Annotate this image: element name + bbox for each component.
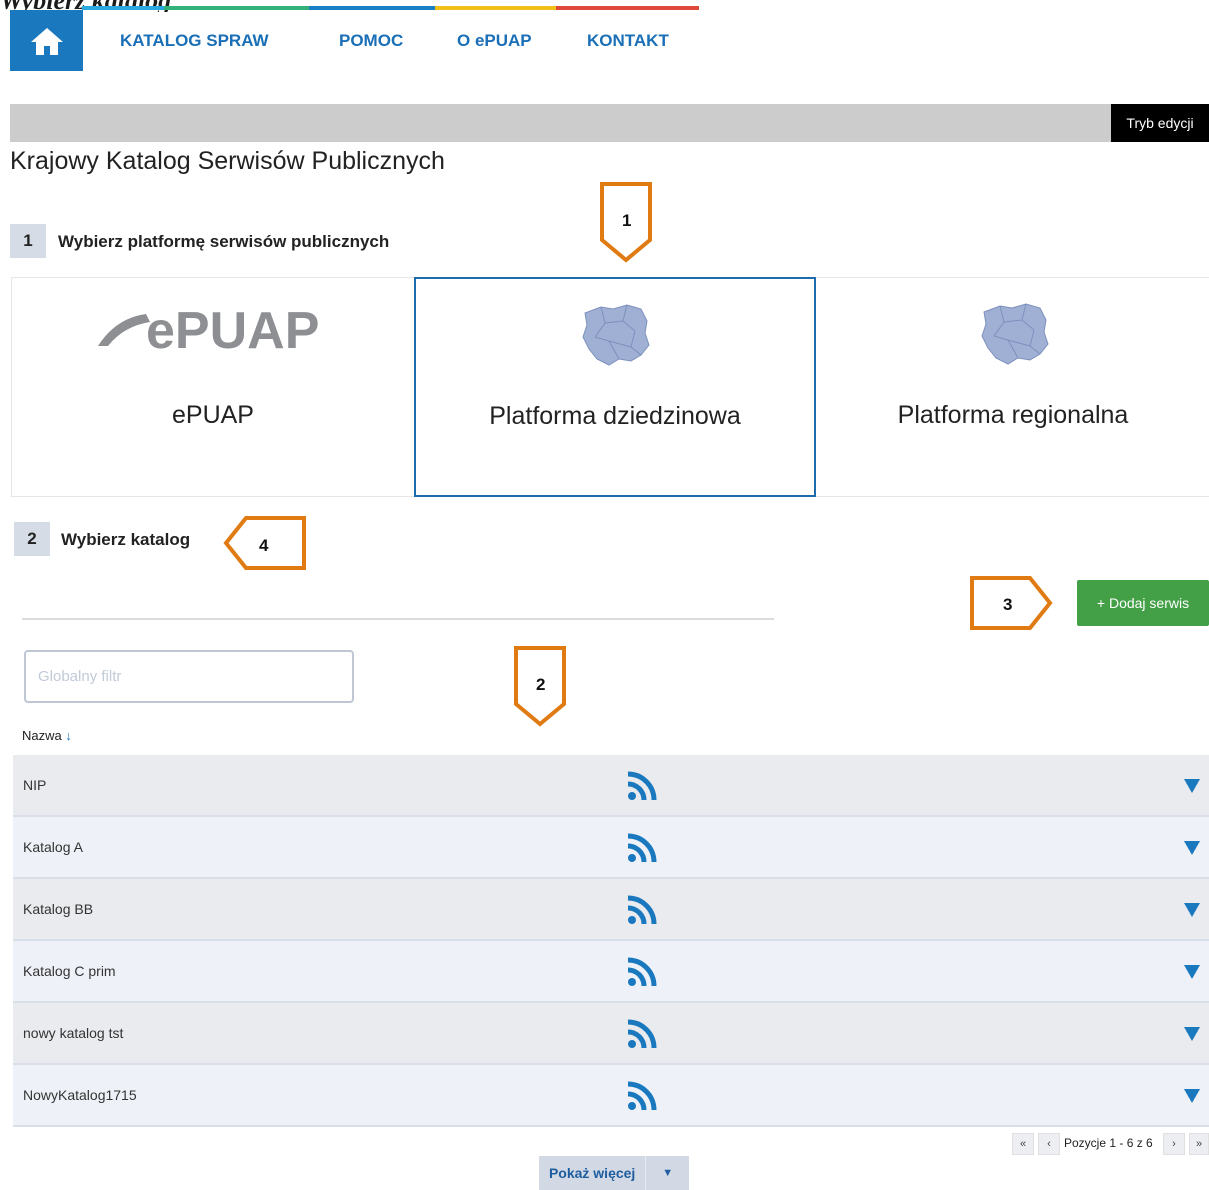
show-more-label: Pokaż więcej xyxy=(548,1165,636,1181)
sort-arrow-icon: ↓ xyxy=(65,728,72,743)
table-row[interactable]: NIP xyxy=(13,755,1209,817)
pager-first-button[interactable]: « xyxy=(1012,1133,1034,1155)
platform-selector: ePUAP ePUAP Platforma dziedzinowa Platfo… xyxy=(11,277,1209,497)
edit-mode-button[interactable]: Tryb edycji xyxy=(1111,104,1209,142)
expand-arrow-icon[interactable] xyxy=(1184,903,1200,917)
row-name: NowyKatalog1715 xyxy=(23,1087,137,1103)
expand-arrow-icon[interactable] xyxy=(1184,1089,1200,1103)
pager-last-button[interactable]: » xyxy=(1189,1133,1209,1155)
rss-icon[interactable] xyxy=(627,957,657,987)
callout-4-label: 4 xyxy=(259,536,269,555)
rss-icon[interactable] xyxy=(627,1019,657,1049)
nav-o-epuap[interactable]: O ePUAP xyxy=(457,31,532,51)
poland-map-icon xyxy=(582,304,650,366)
callout-1-label: 1 xyxy=(622,211,632,230)
svg-text:ePUAP: ePUAP xyxy=(146,304,319,352)
expand-arrow-icon[interactable] xyxy=(1184,779,1200,793)
row-name: Katalog BB xyxy=(23,901,94,917)
step-1-number: 1 xyxy=(10,224,46,258)
edit-toolbar: Tryb edycji xyxy=(10,104,1209,142)
chevron-down-icon[interactable]: ▼ xyxy=(645,1156,689,1190)
nav-kontakt[interactable]: KONTAKT xyxy=(587,31,669,51)
colorbar-segment xyxy=(435,6,556,10)
platform-card-epuap[interactable]: ePUAP ePUAP xyxy=(12,278,414,496)
rss-icon[interactable] xyxy=(627,1081,657,1111)
expand-arrow-icon[interactable] xyxy=(1184,841,1200,855)
platform-label: Platforma dziedzinowa xyxy=(489,402,741,430)
pager-prev-button[interactable]: ‹ xyxy=(1038,1133,1060,1155)
add-service-button[interactable]: + Dodaj serwis xyxy=(1077,580,1209,626)
row-name: nowy katalog tst xyxy=(23,1025,124,1041)
rss-icon[interactable] xyxy=(627,895,657,925)
table-row[interactable]: NowyKatalog1715 xyxy=(13,1065,1209,1127)
row-name: NIP xyxy=(23,777,47,793)
nav-pomoc[interactable]: POMOC xyxy=(339,31,403,51)
platform-label: ePUAP xyxy=(172,401,254,429)
column-header-name[interactable]: Nazwa ↓ xyxy=(22,728,72,743)
global-filter-input[interactable] xyxy=(24,650,354,703)
colorbar-segment xyxy=(556,6,699,10)
platform-card-dziedzinowa[interactable]: Platforma dziedzinowa xyxy=(414,277,816,497)
colorbar-segment xyxy=(82,6,164,10)
table-row[interactable]: Katalog BB xyxy=(13,879,1209,941)
pager-info: Pozycje 1 - 6 z 6 xyxy=(1064,1136,1153,1150)
expand-arrow-icon[interactable] xyxy=(1184,965,1200,979)
nav-katalog-spraw[interactable]: KATALOG SPRAW xyxy=(120,31,269,51)
row-name: Katalog A xyxy=(23,839,83,855)
platform-label: Platforma regionalna xyxy=(897,401,1129,429)
catalog-table: NIP Katalog A Katalog BB Katalog C prim xyxy=(13,755,1209,1127)
platform-card-regionalna[interactable]: Platforma regionalna xyxy=(816,278,1209,496)
table-row[interactable]: nowy katalog tst xyxy=(13,1003,1209,1065)
divider xyxy=(22,618,774,620)
colorbar-segment xyxy=(309,6,435,10)
epuap-logo: ePUAP xyxy=(98,304,319,352)
callout-3-label: 3 xyxy=(1003,595,1013,614)
column-header-label: Nazwa xyxy=(22,728,62,743)
home-icon xyxy=(30,27,63,55)
rss-icon[interactable] xyxy=(627,771,657,801)
step-1-label: Wybierz platformę serwisów publicznych xyxy=(58,232,390,251)
pager-next-button[interactable]: › xyxy=(1163,1133,1185,1155)
callout-2-label: 2 xyxy=(536,675,546,694)
step-2-label: Wybierz katalog xyxy=(61,530,191,549)
rss-icon[interactable] xyxy=(627,833,657,863)
home-button[interactable] xyxy=(10,10,83,71)
page-title: Krajowy Katalog Serwisów Publicznych xyxy=(10,147,445,175)
table-row[interactable]: Katalog A xyxy=(13,817,1209,879)
row-name: Katalog C prim xyxy=(23,963,116,979)
show-more-button[interactable]: Pokaż więcej ▼ xyxy=(539,1156,689,1190)
colorbar-segment xyxy=(164,6,309,10)
step-2-number: 2 xyxy=(14,522,50,556)
expand-arrow-icon[interactable] xyxy=(1184,1027,1200,1041)
poland-map-icon xyxy=(981,303,1049,365)
table-row[interactable]: Katalog C prim xyxy=(13,941,1209,1003)
